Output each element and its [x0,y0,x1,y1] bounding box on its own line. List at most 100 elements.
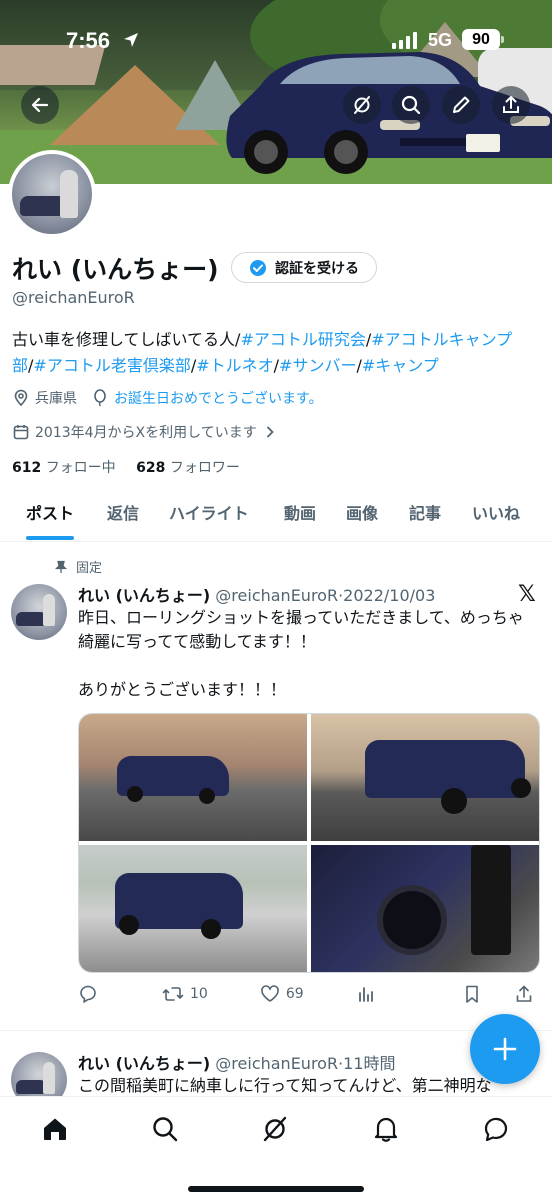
tab-likes[interactable]: いいね [472,490,520,538]
tweet-text: 昨日、ローリングショットを撮っていただきまして、めっちゃ綺麗に写ってて感動してま… [78,608,524,699]
tab-articles[interactable]: 記事 [409,490,441,538]
back-button[interactable] [21,86,59,124]
tweet-time[interactable]: 11時間 [343,1054,395,1073]
photo-wheel [201,919,221,939]
profile-meta-row: 兵庫県 お誕生日おめでとうございます。 [12,388,323,408]
tweet-author-name[interactable]: れい (いんちょー) [78,1054,210,1073]
share-tweet-button[interactable] [514,984,534,1004]
retweet-button[interactable]: 10 [162,984,208,1004]
back-arrow-icon [31,97,49,113]
verified-badge-icon [250,259,266,276]
share-button[interactable] [492,86,530,124]
location-pin-icon [14,389,28,407]
hashtag-link[interactable]: #アコトル老害倶楽部 [33,356,190,375]
search-icon [153,1117,178,1142]
like-button[interactable]: 69 [260,984,304,1004]
following-label: フォロー中 [45,460,116,476]
photo-car [365,740,525,798]
followers-link[interactable]: 628 フォロワー [136,460,240,476]
nav-home[interactable] [27,1111,83,1147]
tab-posts[interactable]: ポスト [26,490,75,540]
photo-wheel [511,778,531,798]
tweet-date[interactable]: 2022/10/03 [343,586,435,605]
photo-wheel [377,885,447,955]
nav-grok[interactable] [247,1111,303,1147]
tweet-avatar[interactable] [11,584,67,640]
followers-count: 628 [136,460,166,476]
get-verified-button[interactable]: 認証を受ける [231,252,377,283]
profile-birthday[interactable]: お誕生日おめでとうございます。 [114,388,323,408]
search-button[interactable] [392,86,430,124]
chevron-right-icon [266,426,274,438]
tweet-divider [0,1030,552,1031]
tab-images[interactable]: 画像 [346,490,378,538]
grok-icon [354,96,370,114]
reply-button[interactable] [78,984,98,1004]
avatar-figure [43,1062,55,1094]
pinned-indicator: 固定 [54,557,102,576]
compose-button[interactable] [470,1014,540,1084]
grok-button[interactable] [343,86,381,124]
home-icon [44,1118,66,1140]
hashtag-link[interactable]: #キャンプ [362,356,439,375]
views-button[interactable] [356,984,376,1004]
tweet-photo[interactable] [79,714,307,841]
hashtag-link[interactable]: #サンバー [279,356,356,375]
status-bar: 7:56 5G 90 [0,0,552,80]
tab-replies[interactable]: 返信 [107,490,139,538]
verify-label: 認証を受ける [275,260,359,277]
edit-button[interactable] [442,86,480,124]
cellular-signal-icon [392,32,417,49]
following-link[interactable]: 612 フォロー中 [12,460,116,476]
nav-messages[interactable] [468,1111,524,1147]
avatar-figure [60,170,78,218]
x-logo-icon: 𝕏 [518,582,536,607]
tab-highlights[interactable]: ハイライト [169,490,249,538]
bio-text: 古い車を修理してしばいてる人/ [12,330,241,349]
pinned-label: 固定 [76,561,103,576]
photo-person [471,845,511,955]
message-icon [484,1117,508,1142]
tweet-header: れい (いんちょー) @reichanEuroR·2022/10/03 [78,582,435,606]
profile-joined: 2013年4月からXを利用しています [35,425,257,441]
reply-icon [80,985,96,1003]
photo-wheel [199,788,215,804]
followers-label: フォロワー [169,460,240,476]
tweet-author-handle[interactable]: @reichanEuroR [215,586,338,605]
tweet-actions: 10 69 [78,984,540,1004]
profile-tabs: ポスト 返信 ハイライト 動画 画像 記事 いいね [0,490,552,542]
photo-wheel [127,786,143,802]
calendar-icon [13,425,29,440]
tweet-photo[interactable] [79,845,307,972]
tweet-text: この間稲美町に納車しに行って知ってんけど、第二神明な [78,1076,492,1095]
nav-search[interactable] [137,1111,193,1147]
follow-stats: 612 フォロー中 628 フォロワー [12,457,240,477]
profile-avatar[interactable] [8,150,96,238]
profile-handle: @reichanEuroR [12,288,135,307]
hashtag-link[interactable]: #アコトル研究会 [240,330,365,349]
bottom-navigation [0,1096,552,1200]
tab-videos[interactable]: 動画 [284,490,316,538]
avatar-figure [43,594,55,626]
analytics-icon [358,987,373,1002]
tweet-author-handle[interactable]: @reichanEuroR [215,1054,338,1073]
network-type: 5G [428,30,453,50]
retweet-icon [162,987,184,1001]
tweet-header: れい (いんちょー) @reichanEuroR·11時間 [78,1050,396,1074]
photo-wheel [441,788,467,814]
battery-indicator: 90 [462,29,504,50]
status-time: 7:56 [66,28,111,53]
pin-icon [54,560,68,573]
balloon-icon [94,389,106,407]
hashtag-link[interactable]: #トルネオ [196,356,273,375]
bookmark-button[interactable] [462,984,482,1004]
home-indicator [188,1186,364,1192]
tweet-photo[interactable] [311,845,539,972]
tweet-author-name[interactable]: れい (いんちょー) [78,586,210,605]
photo-wheel [119,915,139,935]
tweet-photo[interactable] [311,714,539,841]
profile-bio: 古い車を修理してしばいてる人/#アコトル研究会/#アコトルキャンプ部/#アコトル… [12,327,542,379]
profile-joined-row[interactable]: 2013年4月からXを利用しています [12,422,277,442]
heart-icon [260,985,279,1002]
nav-notifications[interactable] [358,1111,414,1147]
